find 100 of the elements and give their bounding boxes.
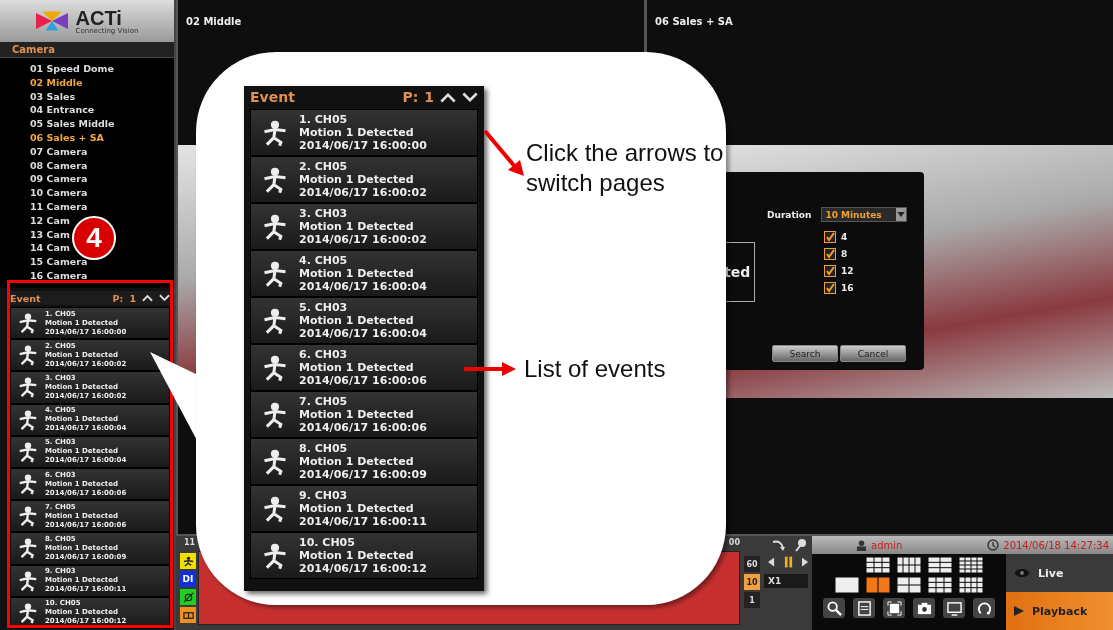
- camera-item[interactable]: 08 Camera: [30, 158, 88, 173]
- event-filter-button[interactable]: [180, 553, 196, 569]
- event-filter-button[interactable]: [180, 607, 196, 623]
- zoom-level-button[interactable]: 60: [744, 556, 760, 572]
- event-item[interactable]: 8. CH05 Motion 1 Detected 2014/06/17 16:00:09: [250, 438, 478, 485]
- channel-checkbox[interactable]: [824, 281, 836, 294]
- dropdown-caret-icon[interactable]: [896, 208, 907, 221]
- pane-title: 02 Middle: [186, 16, 242, 27]
- list-icon[interactable]: [853, 598, 875, 618]
- fullscreen-icon[interactable]: [883, 598, 905, 618]
- event-time: 2014/06/17 16:00:00: [299, 139, 427, 152]
- box-icon: [182, 609, 194, 621]
- event-time: 2014/06/17 16:00:06: [299, 421, 427, 434]
- channel-checkbox[interactable]: [824, 230, 836, 243]
- camera-item[interactable]: 02 Middle: [30, 75, 83, 90]
- event-channel: 3. CH03: [299, 207, 349, 220]
- camera-item[interactable]: 13 Cam: [30, 227, 70, 242]
- page-number: 1: [424, 89, 434, 105]
- camera-item[interactable]: 07 Camera: [30, 144, 88, 159]
- layout-icon[interactable]: [959, 557, 983, 573]
- event-time: 2014/06/17 16:00:04: [299, 327, 427, 340]
- refresh-icon[interactable]: [973, 598, 995, 618]
- running-figure-icon: [261, 447, 289, 476]
- mode-tab[interactable]: Playback: [1006, 592, 1113, 630]
- camera-item[interactable]: 10 Camera: [30, 186, 88, 200]
- zoom-level-button[interactable]: 1: [744, 592, 760, 608]
- event-description: Motion 1 Detected: [299, 549, 415, 562]
- search-icon[interactable]: [823, 598, 845, 618]
- event-item[interactable]: 3. CH03 Motion 1 Detected 2014/06/17 16:00:02: [250, 203, 478, 250]
- dialog-button[interactable]: Cancel: [840, 345, 906, 362]
- event-time: 2014/06/17 16:00:04: [299, 280, 427, 293]
- annotation-text: List of events: [524, 354, 667, 384]
- layout-icon[interactable]: [897, 557, 921, 573]
- camera-item[interactable]: 09 Camera: [30, 172, 88, 187]
- layout-icon[interactable]: [928, 577, 952, 593]
- camera-item[interactable]: 05 Sales Middle: [30, 117, 115, 131]
- event-channel: 6. CH03: [299, 348, 349, 361]
- event-channel: 7. CH05: [299, 395, 349, 408]
- step-badge: 4: [72, 216, 116, 260]
- event-channel: 1. CH05: [299, 113, 349, 126]
- speed-field[interactable]: X1: [764, 574, 808, 588]
- running-figure-icon: [261, 118, 289, 147]
- layout-icon[interactable]: [959, 577, 983, 593]
- camera-item[interactable]: 14 Cam: [30, 241, 70, 256]
- channel-label: 16: [841, 282, 854, 293]
- camera-item[interactable]: 01 Speed Dome: [30, 62, 114, 76]
- pane-title: 06 Sales + SA: [655, 16, 733, 27]
- event-description: Motion 1 Detected: [299, 455, 415, 468]
- event-item[interactable]: 4. CH05 Motion 1 Detected 2014/06/17 16:00:04: [250, 250, 478, 297]
- event-channel: 5. CH03: [299, 301, 349, 314]
- event-title: Event: [250, 89, 295, 105]
- event-item[interactable]: 7. CH05 Motion 1 Detected 2014/06/17 16:00:06: [250, 391, 478, 438]
- running-figure-icon: [17, 440, 39, 463]
- channel-checkbox[interactable]: [824, 247, 836, 260]
- camera-icon[interactable]: [913, 598, 935, 618]
- running-figure-icon: [261, 400, 289, 429]
- running-figure-icon: [261, 541, 289, 570]
- previous-icon[interactable]: [768, 557, 775, 567]
- dialog-button[interactable]: Search: [772, 345, 838, 362]
- event-item[interactable]: 6. CH03 Motion 1 Detected 2014/06/17 16:00:06: [250, 344, 478, 391]
- camera-item[interactable]: 04 Entrance: [30, 103, 95, 118]
- running-figure-icon: [261, 494, 289, 523]
- event-time: 2014/06/17 16:00:09: [299, 468, 427, 481]
- event-item[interactable]: 5. CH03 Motion 1 Detected 2014/06/17 16:00:04: [250, 297, 478, 344]
- camera-item[interactable]: 12 Cam: [30, 213, 70, 228]
- pointer-arrow: [464, 362, 516, 376]
- channel-checkbox[interactable]: [824, 264, 836, 277]
- zoom-level-button[interactable]: 10: [744, 574, 760, 590]
- event-item[interactable]: 9. CH03 Motion 1 Detected 2014/06/17 16:00:11: [250, 485, 478, 532]
- layout-icon[interactable]: [866, 557, 890, 573]
- event-channel: 9. CH03: [299, 489, 349, 502]
- duration-label: Duration: [767, 209, 812, 220]
- camera-item[interactable]: 16 Camera: [30, 268, 88, 283]
- event-channel: 4. CH05: [299, 254, 349, 267]
- date-time: 2014/06/18 14:27:34: [1003, 539, 1110, 551]
- event-item[interactable]: 2. CH05 Motion 1 Detected 2014/06/17 16:00:02: [250, 156, 478, 203]
- monitor-icon[interactable]: [943, 598, 965, 618]
- event-filter-button[interactable]: [180, 589, 196, 605]
- event-filter-button[interactable]: DI: [180, 571, 196, 587]
- event-time: 2014/06/17 16:00:06: [299, 374, 427, 387]
- event-item[interactable]: 10. CH05 Motion 1 Detected 2014/06/17 16:00:12: [250, 532, 478, 579]
- curved-arrow-icon[interactable]: [772, 538, 786, 552]
- camera-item[interactable]: 03 Sales: [30, 89, 76, 104]
- event-channel: 2. CH05: [299, 160, 349, 173]
- event-description: Motion 1 Detected: [299, 314, 415, 327]
- next-icon[interactable]: [802, 557, 809, 567]
- layout-icon[interactable]: [928, 557, 952, 573]
- pin-icon[interactable]: [794, 538, 808, 552]
- layout-icon[interactable]: [897, 577, 921, 593]
- event-time: 2014/06/17 16:00:02: [299, 233, 427, 246]
- channel-label: 12: [841, 265, 854, 276]
- logo-name: ACTi: [75, 7, 122, 28]
- camera-item[interactable]: 11 Camera: [30, 199, 88, 214]
- running-figure-icon: [17, 344, 39, 367]
- pause-icon[interactable]: [784, 556, 793, 568]
- running-figure-icon: [17, 376, 39, 399]
- duration-dropdown[interactable]: 10 Minutes: [821, 207, 908, 222]
- running-figure-icon: [17, 537, 39, 560]
- event-item[interactable]: 1. CH05 Motion 1 Detected 2014/06/17 16:00:00: [250, 109, 478, 156]
- camera-item[interactable]: 06 Sales + SA: [30, 131, 104, 145]
